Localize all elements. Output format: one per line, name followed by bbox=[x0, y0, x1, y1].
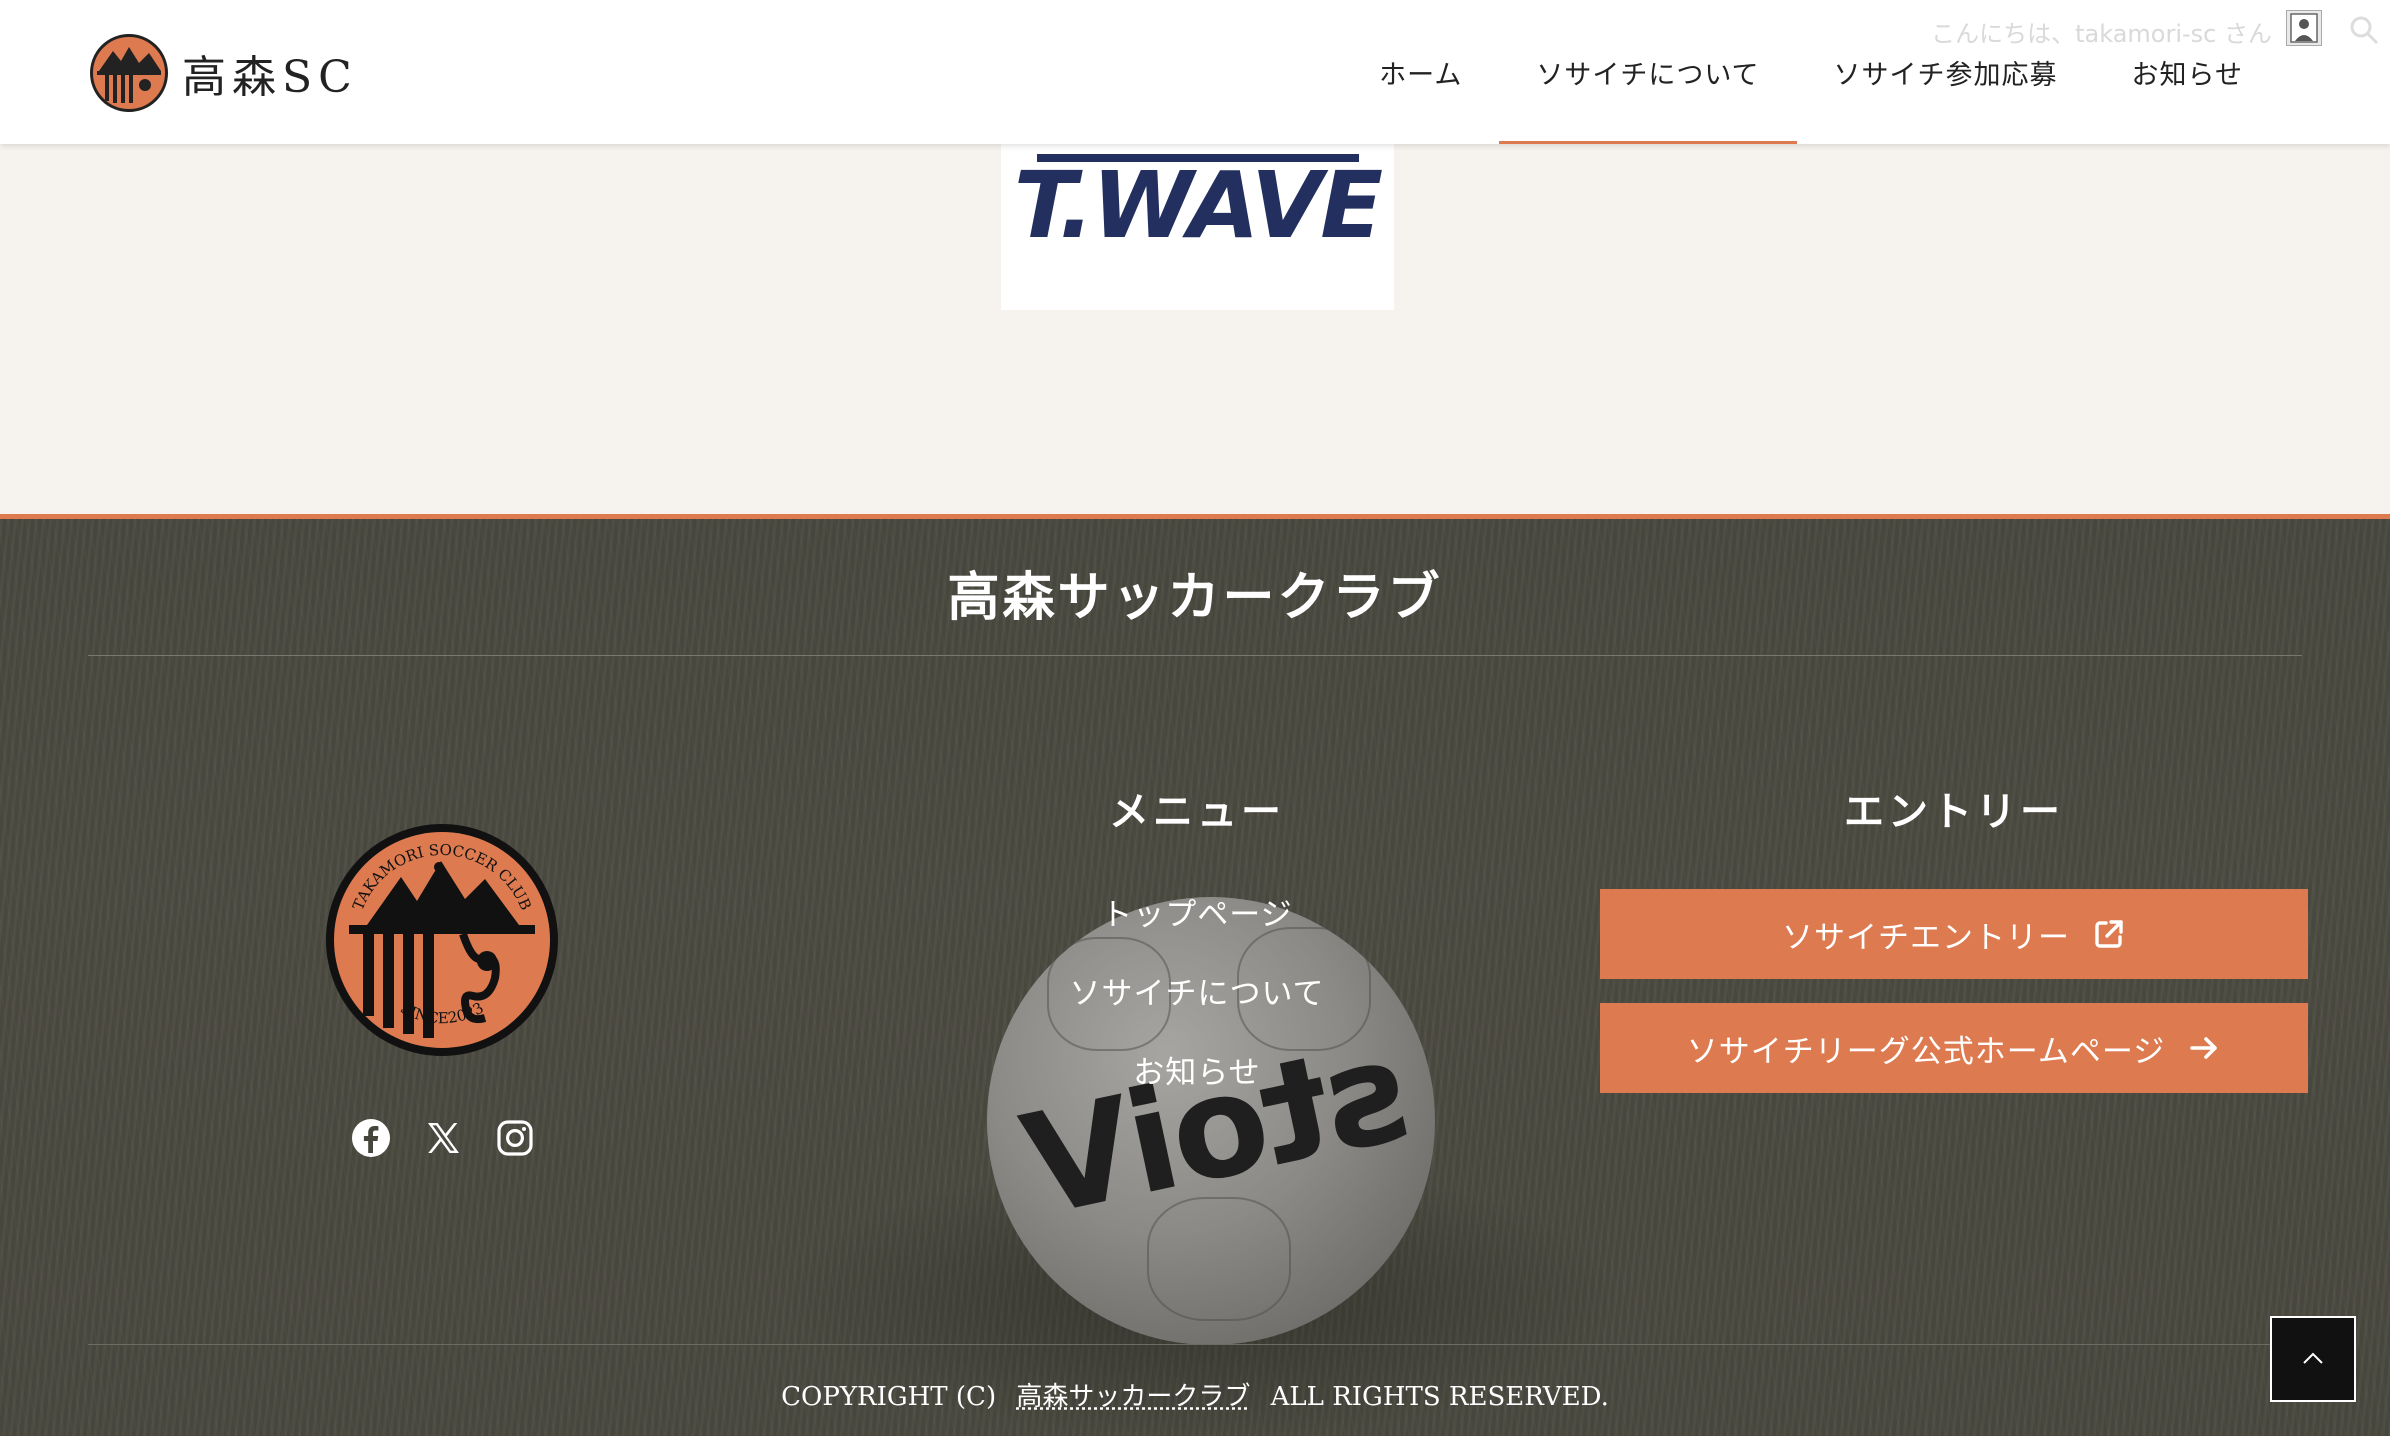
nav-news[interactable]: お知らせ bbox=[2095, 0, 2280, 144]
footer-entry: エントリー ソサイチエントリー ソサイチリーグ公式ホームページ bbox=[1600, 779, 2308, 1093]
footer-divider bbox=[88, 655, 2302, 656]
x-icon[interactable] bbox=[422, 1117, 464, 1159]
nav-about-sosaichi[interactable]: ソサイチについて bbox=[1499, 0, 1797, 144]
external-link-icon bbox=[2095, 920, 2123, 948]
facebook-icon[interactable] bbox=[350, 1117, 392, 1159]
sosaichi-league-site-label: ソサイチリーグ公式ホームページ bbox=[1686, 1033, 2166, 1070]
entry-heading: エントリー bbox=[1844, 788, 2064, 835]
site-header: 高森SC こんにちは、takamori-sc さん ホーム ソサイチについて ソ… bbox=[0, 0, 2390, 144]
menu-heading: メニュー bbox=[1109, 788, 1285, 835]
footer-bottom-divider bbox=[88, 1344, 2302, 1345]
back-to-top-button[interactable] bbox=[2270, 1316, 2356, 1402]
club-emblem-icon: TAKAMORI SOCCER CLUB SINCE2023 bbox=[326, 824, 558, 1056]
arrow-right-icon bbox=[2190, 1037, 2218, 1059]
main-nav: ホーム ソサイチについて ソサイチ参加応募 お知らせ bbox=[1342, 0, 2280, 144]
sosaichi-league-site-button[interactable]: ソサイチリーグ公式ホームページ bbox=[1600, 1003, 2308, 1093]
footer-link-about-sosaichi[interactable]: ソサイチについて bbox=[997, 968, 1397, 1013]
sosaichi-entry-label: ソサイチエントリー bbox=[1782, 919, 2070, 956]
avatar-icon bbox=[2290, 13, 2318, 43]
copyright-suffix: ALL RIGHTS RESERVED. bbox=[1270, 1382, 1609, 1412]
user-avatar[interactable] bbox=[2286, 10, 2322, 46]
site-title: 高森SC bbox=[182, 52, 358, 103]
copyright-prefix: COPYRIGHT (C) bbox=[781, 1382, 997, 1412]
copyright: COPYRIGHT (C) 高森サッカークラブ ALL RIGHTS RESER… bbox=[0, 1376, 2390, 1413]
copyright-club-link[interactable]: 高森サッカークラブ bbox=[1016, 1382, 1250, 1412]
search-icon[interactable] bbox=[2346, 12, 2382, 48]
site-footer: stoiV 高森サッカークラブ TAKAMORI SOCCER CLUB SIN… bbox=[0, 514, 2390, 1436]
sponsor-logo-card[interactable]: T.WAVE bbox=[1001, 144, 1394, 310]
social-links bbox=[350, 1117, 536, 1159]
footer-link-news[interactable]: お知らせ bbox=[997, 1047, 1397, 1092]
club-logo-icon bbox=[90, 34, 168, 112]
sponsor-logo: T.WAVE bbox=[1013, 152, 1383, 259]
footer-title: 高森サッカークラブ bbox=[947, 567, 1443, 628]
instagram-icon[interactable] bbox=[494, 1117, 536, 1159]
nav-home[interactable]: ホーム bbox=[1342, 0, 1499, 144]
site-logo-link[interactable]: 高森SC bbox=[90, 34, 358, 112]
nav-sosaichi-entry[interactable]: ソサイチ参加応募 bbox=[1797, 0, 2095, 144]
footer-link-top-page[interactable]: トップページ bbox=[997, 889, 1397, 934]
sosaichi-entry-button[interactable]: ソサイチエントリー bbox=[1600, 889, 2308, 979]
footer-menu: メニュー トップページ ソサイチについて お知らせ bbox=[997, 779, 1397, 1092]
chevron-up-icon bbox=[2303, 1352, 2323, 1364]
